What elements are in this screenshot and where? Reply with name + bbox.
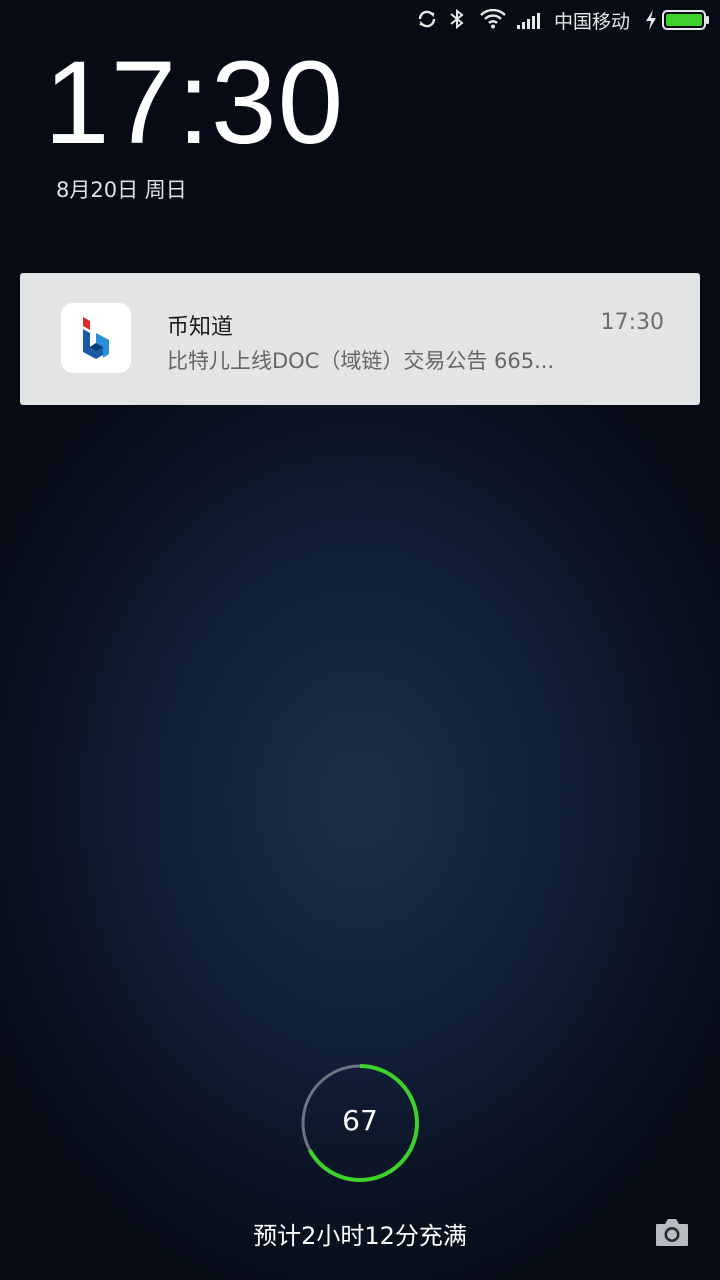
status-bar: 中国移动	[0, 0, 720, 40]
notification-time: 17:30	[600, 310, 664, 335]
camera-icon[interactable]	[654, 1216, 690, 1248]
battery-icon	[662, 10, 709, 30]
bluetooth-icon	[450, 8, 464, 30]
bizhidao-logo-icon	[83, 317, 109, 359]
notification-card[interactable]: 币知道 17:30 比特儿上线DOC（域链）交易公告 665...	[20, 273, 700, 405]
lockscreen-date: 8月20日 周日	[56, 178, 187, 202]
charging-bolt-icon	[646, 10, 656, 30]
battery-percent: 67	[342, 1104, 378, 1137]
app-icon	[61, 303, 131, 373]
wifi-icon	[480, 9, 506, 29]
sync-icon	[418, 10, 436, 28]
notification-text: 比特儿上线DOC（域链）交易公告 665...	[167, 349, 555, 373]
signal-icon	[517, 13, 540, 29]
carrier-name: 中国移动	[554, 11, 631, 33]
charging-estimate: 预计2小时12分充满	[253, 1222, 467, 1250]
notification-app-name: 币知道	[167, 315, 234, 340]
lockscreen-clock: 17:30	[44, 37, 345, 169]
